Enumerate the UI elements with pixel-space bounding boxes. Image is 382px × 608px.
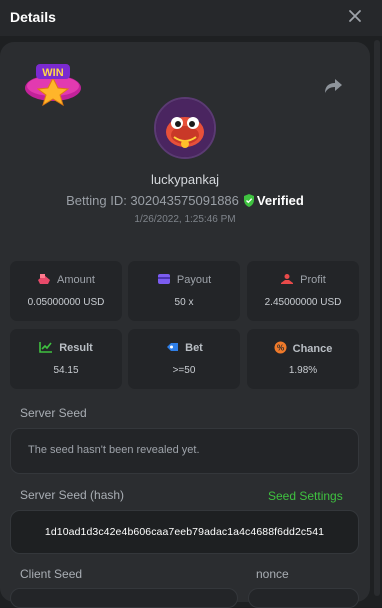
- payout-icon: [157, 274, 170, 284]
- nonce-field[interactable]: [248, 588, 359, 608]
- details-header: Details: [0, 0, 382, 36]
- nonce-label: nonce: [256, 567, 289, 581]
- client-seed-label: Client Seed: [20, 567, 83, 581]
- betting-id: Betting ID: 302043575091886: [66, 193, 239, 208]
- close-icon[interactable]: [347, 8, 363, 24]
- amount-label: Amount: [57, 274, 95, 286]
- payout-label: Payout: [176, 274, 212, 286]
- stat-chance: % Chance 1.98%: [247, 329, 359, 389]
- bet-value: >=50: [172, 365, 196, 376]
- stat-result: Result 54.15: [10, 329, 122, 389]
- chance-value: 1.98%: [288, 365, 318, 376]
- scrollbar[interactable]: [374, 40, 380, 596]
- stat-profit: Profit 2.45000000 USD: [247, 261, 359, 321]
- betting-id-row: Betting ID: 302043575091886 Verified: [0, 193, 370, 208]
- result-icon: [39, 342, 53, 353]
- badge-text: WIN: [42, 67, 63, 79]
- seed-settings-link[interactable]: Seed Settings: [268, 489, 343, 503]
- stat-bet: Bet >=50: [128, 329, 240, 389]
- avatar: [154, 97, 216, 159]
- amount-value: 0.05000000 USD: [27, 297, 105, 308]
- avatar-icon: [156, 99, 214, 157]
- username: luckypankaj: [151, 172, 219, 187]
- chance-icon: %: [274, 341, 287, 354]
- share-icon[interactable]: [322, 76, 344, 96]
- bet-icon: [167, 343, 179, 351]
- chance-label: Chance: [292, 343, 333, 355]
- bet-date: 1/26/2022, 1:25:46 PM: [134, 214, 236, 225]
- payout-value: 50 x: [174, 297, 194, 308]
- server-seed-field: The seed hasn't been revealed yet.: [10, 428, 359, 474]
- result-label: Result: [59, 342, 93, 354]
- server-seed-label: Server Seed: [20, 406, 87, 420]
- stat-amount: Amount 0.05000000 USD: [10, 261, 122, 321]
- profit-label: Profit: [300, 274, 326, 286]
- stat-payout: Payout 50 x: [128, 261, 240, 321]
- svg-text:%: %: [277, 344, 284, 353]
- bet-label: Bet: [185, 342, 203, 354]
- server-seed-hash-field[interactable]: 1d10ad1d3c42e4b606caa7eeb79adac1a4c4688f…: [10, 510, 359, 554]
- amount-icon: [38, 274, 51, 284]
- profit-icon: [281, 274, 294, 284]
- verified-label: Verified: [256, 193, 304, 208]
- server-seed-hash-label: Server Seed (hash): [20, 488, 125, 502]
- profit-value: 2.45000000 USD: [264, 297, 342, 308]
- client-seed-field[interactable]: [10, 588, 238, 608]
- win-badge-icon: WIN: [25, 64, 81, 106]
- result-value: 54.15: [53, 365, 79, 376]
- server-seed-value: The seed hasn't been revealed yet.: [28, 444, 200, 456]
- page-title: Details: [10, 9, 56, 25]
- server-seed-hash-value: 1d10ad1d3c42e4b606caa7eeb79adac1a4c4688f…: [44, 526, 325, 538]
- verified-shield-icon: [243, 194, 254, 207]
